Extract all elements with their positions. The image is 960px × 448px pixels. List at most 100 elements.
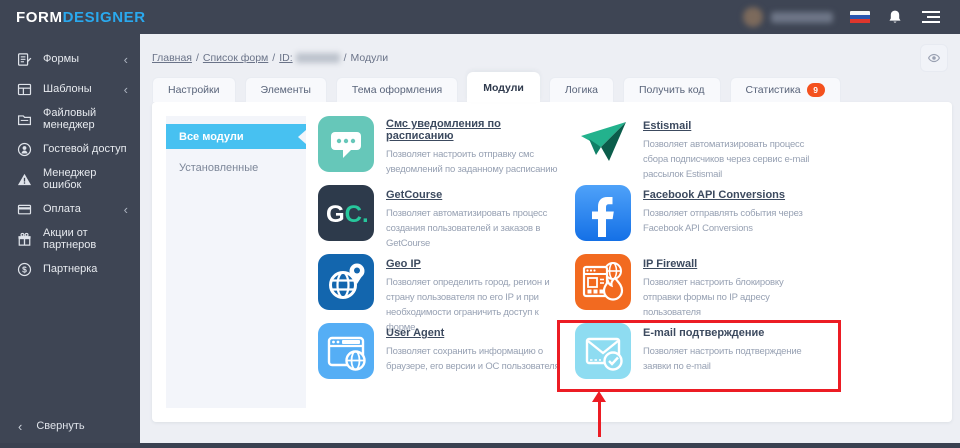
logo-designer: DESIGNER bbox=[63, 9, 146, 26]
breadcrumb-form-id-link[interactable]: ID: bbox=[279, 52, 292, 64]
module-card-geo-ip: Geo IP Позволяет определить город, регио… bbox=[318, 254, 563, 318]
filter-installed-modules[interactable]: Установленные bbox=[166, 155, 306, 180]
language-flag-russia-icon[interactable] bbox=[850, 11, 870, 24]
breadcrumb-home-link[interactable]: Главная bbox=[152, 52, 192, 64]
email-confirm-icon bbox=[575, 323, 631, 379]
estismail-paper-plane-icon bbox=[575, 116, 631, 172]
sidebar-item-label: Формы bbox=[43, 53, 79, 65]
module-card-ip-firewall: IP Firewall Позволяет настроить блокиров… bbox=[575, 254, 938, 318]
sidebar-item-guest-access[interactable]: Гостевой доступ bbox=[0, 134, 140, 164]
module-title-link[interactable]: Facebook API Conversions bbox=[643, 189, 785, 201]
affiliate-dollar-icon: $ bbox=[16, 261, 32, 277]
annotation-red-arrow-up bbox=[592, 391, 606, 437]
forms-icon bbox=[16, 51, 32, 67]
form-id-redacted bbox=[296, 53, 340, 63]
sidebar-item-label: Шаблоны bbox=[43, 83, 92, 95]
sidebar-item-label: Оплата bbox=[43, 203, 81, 215]
user-menu[interactable] bbox=[743, 7, 833, 27]
module-title-link[interactable]: IP Firewall bbox=[643, 258, 697, 270]
module-card-facebook-api: Facebook API Conversions Позволяет отпра… bbox=[575, 185, 938, 249]
bottom-edge-strip bbox=[0, 443, 960, 448]
modules-panel: Все модули Установленные Смс уведомления… bbox=[152, 102, 952, 422]
username-redacted bbox=[771, 12, 833, 23]
sidebar-collapse-button[interactable]: ‹ Свернуть bbox=[0, 414, 158, 438]
module-card-email-confirmation: E-mail подтверждение Позволяет настроить… bbox=[575, 323, 938, 387]
payment-icon bbox=[16, 201, 32, 217]
sms-schedule-icon bbox=[318, 116, 374, 172]
sidebar-item-payment[interactable]: Оплата ‹ bbox=[0, 194, 140, 224]
module-card-getcourse: GC. GetCourse Позволяет автоматизировать… bbox=[318, 185, 563, 249]
sidebar-item-affiliate[interactable]: $ Партнерка bbox=[0, 254, 140, 284]
topbar bbox=[140, 0, 960, 34]
preview-form-button[interactable] bbox=[920, 44, 948, 72]
module-title-link[interactable]: Estismail bbox=[643, 120, 691, 132]
module-description: Позволяет отправлять события через Faceb… bbox=[643, 206, 823, 236]
hamburger-menu-icon[interactable] bbox=[920, 10, 940, 24]
module-card-sms-schedule: Смс уведомления по расписанию Позволяет … bbox=[318, 116, 563, 180]
logo-form: FORM bbox=[16, 9, 63, 26]
breadcrumb-forms-list-link[interactable]: Список форм bbox=[203, 52, 268, 64]
sidebar-item-label: Менеджер ошибок bbox=[43, 167, 128, 191]
error-manager-icon bbox=[16, 171, 32, 187]
sidebar-item-templates[interactable]: Шаблоны ‹ bbox=[0, 74, 140, 104]
app-logo: FORMDESIGNER bbox=[0, 0, 140, 34]
collapse-label: Свернуть bbox=[36, 420, 84, 432]
tab-settings[interactable]: Настройки bbox=[152, 77, 236, 102]
tab-elements[interactable]: Элементы bbox=[245, 77, 327, 102]
eye-icon bbox=[927, 51, 941, 65]
module-description: Позволяет настроить подтверждение заявки… bbox=[643, 344, 823, 374]
sidebar-item-label: Акции от партнеров bbox=[43, 227, 128, 251]
chevron-left-icon: ‹ bbox=[124, 83, 128, 96]
sidebar-item-file-manager[interactable]: Файловый менеджер bbox=[0, 104, 140, 134]
sidebar-item-partner-promos[interactable]: Акции от партнеров bbox=[0, 224, 140, 254]
module-title-link[interactable]: User Agent bbox=[386, 327, 444, 339]
getcourse-icon: GC. bbox=[318, 185, 374, 241]
module-description: Позволяет настроить блокировку отправки … bbox=[643, 275, 823, 320]
sidebar-item-label: Партнерка bbox=[43, 263, 97, 275]
tab-logic[interactable]: Логика bbox=[549, 77, 614, 102]
module-description: Позволяет автоматизировать процесс сбора… bbox=[643, 137, 823, 182]
file-manager-icon bbox=[16, 111, 32, 127]
form-tabs: Настройки Элементы Тема оформления Модул… bbox=[152, 73, 952, 102]
gift-icon bbox=[16, 231, 32, 247]
module-title-link[interactable]: Смс уведомления по расписанию bbox=[386, 118, 563, 142]
module-card-estismail: Estismail Позволяет автоматизировать про… bbox=[575, 116, 938, 180]
module-title-link[interactable]: Geo IP bbox=[386, 258, 421, 270]
tab-get-code[interactable]: Получить код bbox=[623, 77, 721, 102]
bell-icon[interactable] bbox=[887, 9, 903, 25]
guest-access-icon bbox=[16, 141, 32, 157]
sidebar-item-error-manager[interactable]: Менеджер ошибок bbox=[0, 164, 140, 194]
geo-ip-globe-pin-icon bbox=[318, 254, 374, 310]
main-content: Главная/Список форм/ID:/Модули Настройки… bbox=[140, 34, 960, 448]
sidebar-nav: Формы ‹ Шаблоны ‹ Файловый менеджер Гост… bbox=[0, 44, 140, 284]
chevron-left-icon: ‹ bbox=[18, 419, 22, 434]
chevron-left-icon: ‹ bbox=[124, 203, 128, 216]
statistics-badge: 9 bbox=[807, 83, 825, 97]
sidebar-item-label: Гостевой доступ bbox=[43, 143, 127, 155]
module-description: Позволяет настроить отправку смс уведомл… bbox=[386, 147, 563, 177]
ip-firewall-icon bbox=[575, 254, 631, 310]
svg-text:GC.: GC. bbox=[326, 201, 369, 228]
sidebar: FORMDESIGNER Формы ‹ Шаблоны ‹ Файловый … bbox=[0, 0, 140, 448]
modules-filter-menu: Все модули Установленные bbox=[166, 116, 306, 408]
sidebar-item-label: Файловый менеджер bbox=[43, 107, 128, 131]
tab-modules[interactable]: Модули bbox=[467, 72, 540, 102]
facebook-icon bbox=[575, 185, 631, 241]
avatar bbox=[743, 7, 763, 27]
breadcrumb: Главная/Список форм/ID:/Модули bbox=[152, 52, 388, 64]
module-card-user-agent: User Agent Позволяет сохранить информаци… bbox=[318, 323, 563, 387]
filter-all-modules[interactable]: Все модули bbox=[166, 124, 306, 149]
templates-icon bbox=[16, 81, 32, 97]
module-title[interactable]: E-mail подтверждение bbox=[643, 327, 764, 339]
module-title-link[interactable]: GetCourse bbox=[386, 189, 442, 201]
module-description: Позволяет сохранить информацию о браузер… bbox=[386, 344, 563, 374]
tab-statistics[interactable]: Статистика 9 bbox=[730, 77, 841, 102]
user-agent-browser-icon bbox=[318, 323, 374, 379]
module-description: Позволяет автоматизировать процесс созда… bbox=[386, 206, 563, 251]
breadcrumb-current: Модули bbox=[351, 52, 389, 64]
chevron-left-icon: ‹ bbox=[124, 53, 128, 66]
tab-theme[interactable]: Тема оформления bbox=[336, 77, 458, 102]
modules-grid: Смс уведомления по расписанию Позволяет … bbox=[318, 102, 952, 387]
sidebar-item-forms[interactable]: Формы ‹ bbox=[0, 44, 140, 74]
svg-text:$: $ bbox=[22, 264, 27, 274]
